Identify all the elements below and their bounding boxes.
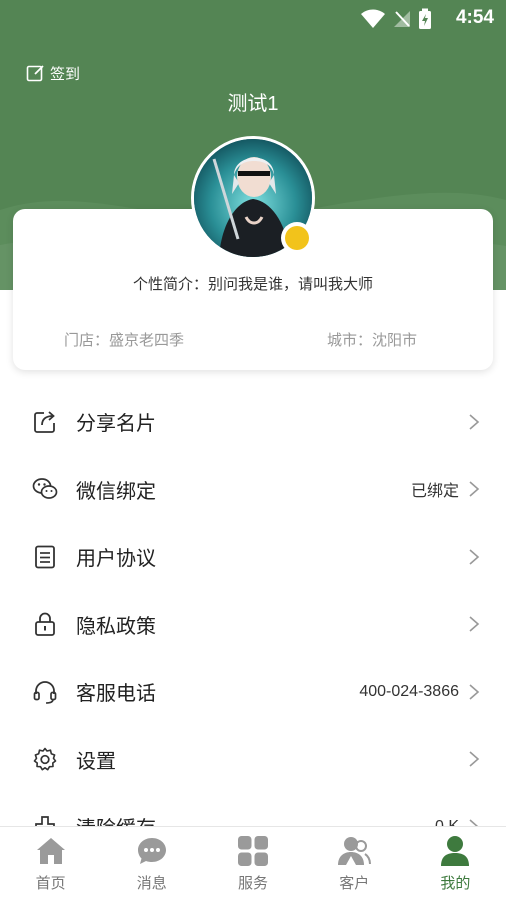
menu-item-settings[interactable]: 设置 xyxy=(0,726,506,794)
wechat-icon xyxy=(32,478,58,500)
chevron-right-icon xyxy=(469,549,480,565)
home-icon xyxy=(36,838,65,864)
tab-mine[interactable]: 我的 xyxy=(405,827,506,900)
verified-badge xyxy=(281,222,313,254)
customers-icon xyxy=(338,837,372,865)
status-bar: 4:54 xyxy=(0,0,506,34)
menu-label: 隐私政策 xyxy=(76,615,156,638)
chevron-right-icon xyxy=(469,481,480,497)
tab-home[interactable]: 首页 xyxy=(0,827,101,900)
settings-menu: 分享名片 微信绑定 已绑定 用户协议 隐私政策 客服电话 400-024-386… xyxy=(0,388,506,861)
menu-label: 微信绑定 xyxy=(76,480,156,503)
tab-label: 我的 xyxy=(440,875,471,892)
menu-item-share-card[interactable]: 分享名片 xyxy=(0,388,506,456)
share-icon xyxy=(34,411,55,433)
wifi-icon xyxy=(361,9,385,28)
menu-label: 客服电话 xyxy=(76,683,156,706)
message-icon xyxy=(137,838,166,864)
bottom-tab-bar: 首页 消息 服务 客户 我的 xyxy=(0,826,506,900)
store-info: 门店：盛京老四季 xyxy=(64,332,185,349)
no-signal-icon xyxy=(394,11,410,27)
chevron-right-icon xyxy=(469,684,480,700)
profile-bio: 个性简介：别问我是谁，请叫我大师 xyxy=(132,276,373,293)
tab-customers[interactable]: 客户 xyxy=(304,827,405,900)
menu-item-user-agreement[interactable]: 用户协议 xyxy=(0,523,506,591)
document-icon xyxy=(35,545,55,569)
wechat-status: 已绑定 xyxy=(410,483,459,501)
chevron-right-icon xyxy=(469,616,480,632)
page-title: 测试1 xyxy=(227,93,279,115)
chevron-right-icon xyxy=(469,751,480,767)
battery-charging-icon xyxy=(419,8,431,29)
menu-item-privacy-policy[interactable]: 隐私政策 xyxy=(0,591,506,659)
headset-icon xyxy=(33,680,57,704)
tab-label: 首页 xyxy=(35,875,66,892)
tab-label: 客户 xyxy=(339,875,370,892)
edit-icon xyxy=(26,65,44,82)
profile-icon xyxy=(441,836,470,866)
city-info: 城市：沈阳市 xyxy=(327,332,418,349)
menu-label: 分享名片 xyxy=(76,413,156,436)
menu-label: 设置 xyxy=(76,750,116,773)
signin-button[interactable]: 签到 xyxy=(26,63,80,84)
tab-label: 消息 xyxy=(136,875,167,892)
tab-label: 服务 xyxy=(238,875,269,892)
signin-label: 签到 xyxy=(50,66,81,83)
menu-item-wechat-binding[interactable]: 微信绑定 已绑定 xyxy=(0,456,506,524)
menu-label: 用户协议 xyxy=(76,548,156,571)
menu-item-customer-service[interactable]: 客服电话 400-024-3866 xyxy=(0,658,506,726)
tab-messages[interactable]: 消息 xyxy=(101,827,202,900)
tab-services[interactable]: 服务 xyxy=(202,827,303,900)
status-time: 4:54 xyxy=(455,7,494,28)
grid-icon xyxy=(238,836,268,866)
lock-icon xyxy=(35,612,55,637)
service-phone: 400-024-3866 xyxy=(359,682,459,700)
gear-icon xyxy=(33,747,57,771)
chevron-right-icon xyxy=(469,414,480,430)
